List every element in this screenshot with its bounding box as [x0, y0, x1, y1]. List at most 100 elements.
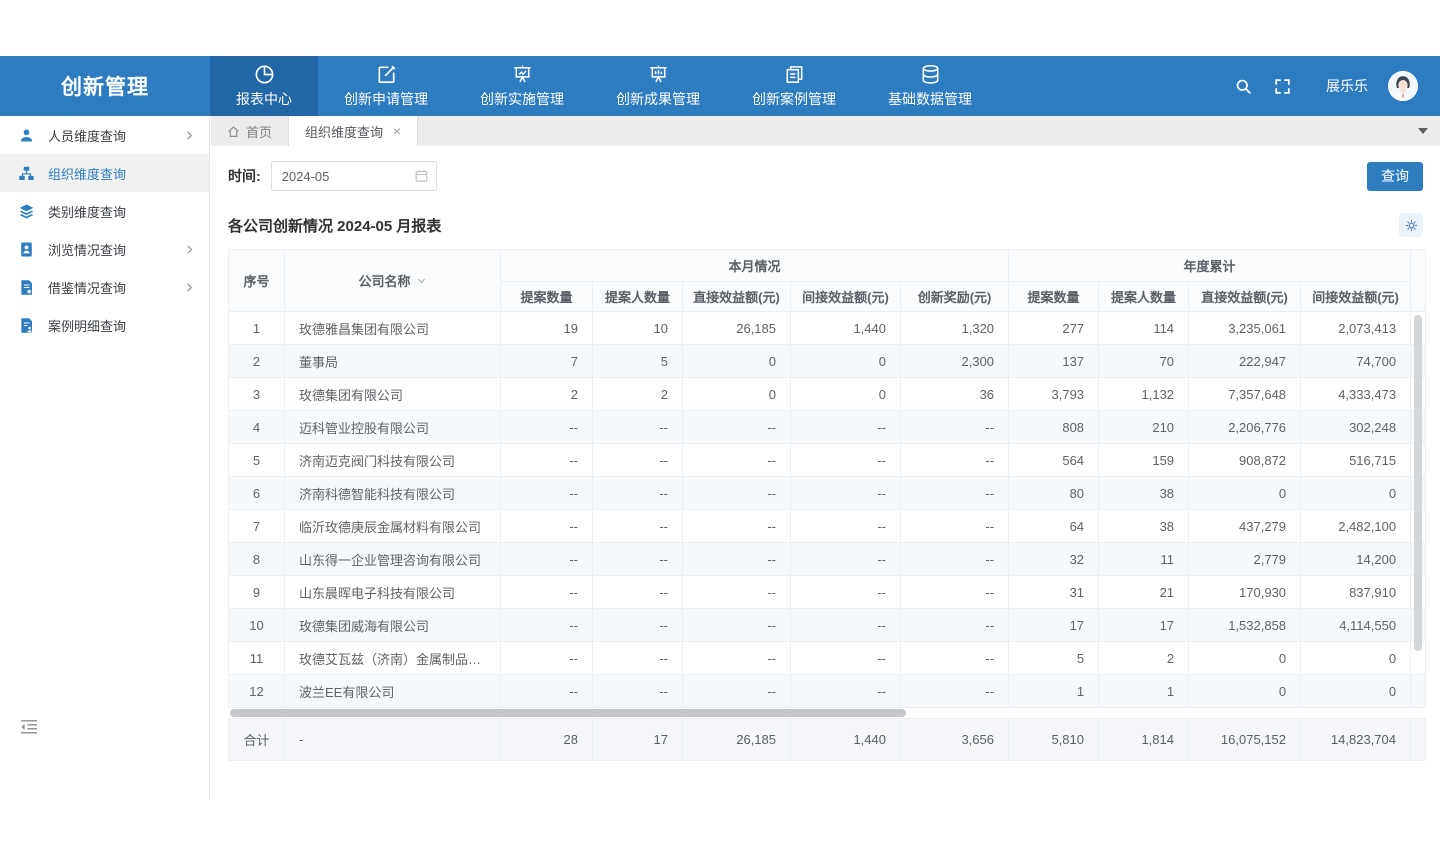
- topnav-item-pie-chart[interactable]: 报表中心: [210, 56, 318, 116]
- person-icon: [18, 127, 35, 144]
- total-month-0: 28: [501, 719, 593, 761]
- chevron-right-icon: [184, 244, 195, 255]
- documents-icon: [783, 63, 806, 86]
- cell-month-1: --: [593, 576, 683, 609]
- avatar[interactable]: [1388, 71, 1418, 101]
- time-label: 时间:: [228, 166, 261, 186]
- tab-list-dropdown-icon[interactable]: [1418, 128, 1428, 134]
- cell-year-0: 17: [1009, 609, 1099, 642]
- date-picker: [271, 161, 437, 191]
- cell-month-1: --: [593, 444, 683, 477]
- cell-year-3: 2,073,413: [1301, 312, 1411, 345]
- cell-year-0: 808: [1009, 411, 1099, 444]
- table-row: 12波兰EE有限公司----------1100: [229, 675, 1426, 708]
- cell-month-3: --: [791, 411, 901, 444]
- doc-star-icon: [18, 279, 35, 296]
- close-icon[interactable]: [393, 124, 401, 138]
- cell-company: 董事局: [285, 345, 501, 378]
- layers-icon: [18, 203, 35, 220]
- cell-year-2: 1,532,858: [1189, 609, 1301, 642]
- cell-month-1: 2: [593, 378, 683, 411]
- table-row: 5济南迈克阀门科技有限公司----------564159908,872516,…: [229, 444, 1426, 477]
- cell-month-4: --: [901, 543, 1009, 576]
- cell-seq: 7: [229, 510, 285, 543]
- cell-month-1: --: [593, 543, 683, 576]
- cell-year-0: 564: [1009, 444, 1099, 477]
- sub-header-year-2: 直接效益额(元): [1189, 282, 1301, 312]
- cell-year-2: 0: [1189, 675, 1301, 708]
- pie-chart-icon: [253, 63, 276, 86]
- sub-header-month-4: 创新奖励(元): [901, 282, 1009, 312]
- cell-month-4: 36: [901, 378, 1009, 411]
- table-settings-gear-icon[interactable]: [1399, 213, 1423, 237]
- cell-year-3: 4,114,550: [1301, 609, 1411, 642]
- topnav-item-documents[interactable]: 创新案例管理: [726, 56, 862, 116]
- cell-month-0: --: [501, 444, 593, 477]
- topnav-item-label: 创新申请管理: [344, 89, 428, 109]
- sub-header-year-1: 提案人数量: [1099, 282, 1189, 312]
- query-button[interactable]: 查询: [1367, 162, 1423, 191]
- sidebar-item-org-chart[interactable]: 组织维度查询: [0, 154, 209, 192]
- cell-year-2: 7,357,648: [1189, 378, 1301, 411]
- cell-month-4: 2,300: [901, 345, 1009, 378]
- table-row: 4迈科管业控股有限公司----------8082102,206,776302,…: [229, 411, 1426, 444]
- table-row: 10玫德集团威海有限公司----------17171,532,8584,114…: [229, 609, 1426, 642]
- cell-month-3: --: [791, 642, 901, 675]
- main-content: 时间: 查询 各公司创新情况 2024-05 月报表: [211, 146, 1440, 812]
- filter-row: 时间: 查询: [228, 160, 1423, 192]
- collapse-sidebar-icon[interactable]: [20, 719, 38, 740]
- tab-label: 组织维度查询: [305, 122, 383, 141]
- sub-header-month-0: 提案数量: [501, 282, 593, 312]
- sidebar-item-doc-star[interactable]: 借鉴情况查询: [0, 268, 209, 306]
- sidebar-item-badge-person[interactable]: 浏览情况查询: [0, 230, 209, 268]
- cell-seq: 5: [229, 444, 285, 477]
- cell-year-1: 1: [1099, 675, 1189, 708]
- table-row: 2董事局75002,30013770222,94774,700: [229, 345, 1426, 378]
- sidebar-item-label: 浏览情况查询: [48, 240, 171, 259]
- cell-month-2: --: [683, 675, 791, 708]
- table-row: 9山东晨晖电子科技有限公司----------3121170,930837,91…: [229, 576, 1426, 609]
- cell-month-2: --: [683, 609, 791, 642]
- cell-year-0: 5: [1009, 642, 1099, 675]
- topnav-item-database[interactable]: 基础数据管理: [862, 56, 998, 116]
- cell-month-3: --: [791, 444, 901, 477]
- total-body: 合计-281726,1851,4403,6565,8101,81416,075,…: [229, 719, 1426, 761]
- cell-year-3: 2,482,100: [1301, 510, 1411, 543]
- topnav-item-board-bars[interactable]: 创新成果管理: [590, 56, 726, 116]
- cell-month-1: 5: [593, 345, 683, 378]
- cell-seq: 1: [229, 312, 285, 345]
- cell-month-3: --: [791, 510, 901, 543]
- cell-year-3: 14,200: [1301, 543, 1411, 576]
- fullscreen-icon[interactable]: [1273, 77, 1292, 96]
- sidebar-item-doc-person[interactable]: 案例明细查询: [0, 306, 209, 344]
- time-input[interactable]: [271, 161, 437, 191]
- cell-year-1: 70: [1099, 345, 1189, 378]
- company-sort-caret-icon[interactable]: [416, 275, 427, 286]
- cell-year-3: 74,700: [1301, 345, 1411, 378]
- user-name[interactable]: 展乐乐: [1326, 76, 1368, 96]
- cell-month-0: --: [501, 675, 593, 708]
- table-row: 1玫德雅昌集团有限公司191026,1851,4401,3202771143,2…: [229, 312, 1426, 345]
- cell-month-0: --: [501, 576, 593, 609]
- cell-month-2: --: [683, 543, 791, 576]
- cell-month-4: --: [901, 477, 1009, 510]
- cell-month-4: --: [901, 444, 1009, 477]
- horizontal-scrollbar-thumb[interactable]: [230, 709, 906, 717]
- cell-year-1: 11: [1099, 543, 1189, 576]
- tab-active[interactable]: 组织维度查询: [289, 116, 418, 146]
- sidebar-item-layers[interactable]: 类别维度查询: [0, 192, 209, 230]
- cell-year-0: 32: [1009, 543, 1099, 576]
- topnav-item-label: 报表中心: [236, 89, 292, 109]
- topnav-item-board-line[interactable]: 创新实施管理: [454, 56, 590, 116]
- cell-seq: 10: [229, 609, 285, 642]
- cell-month-1: --: [593, 411, 683, 444]
- tab-home[interactable]: 首页: [211, 116, 289, 146]
- sidebar-item-person[interactable]: 人员维度查询: [0, 116, 209, 154]
- cell-year-2: 0: [1189, 477, 1301, 510]
- cell-seq: 9: [229, 576, 285, 609]
- topnav-item-edit[interactable]: 创新申请管理: [318, 56, 454, 116]
- search-icon[interactable]: [1234, 77, 1253, 96]
- vertical-scrollbar-thumb[interactable]: [1414, 315, 1422, 651]
- cell-month-2: --: [683, 510, 791, 543]
- total-company: -: [285, 719, 501, 761]
